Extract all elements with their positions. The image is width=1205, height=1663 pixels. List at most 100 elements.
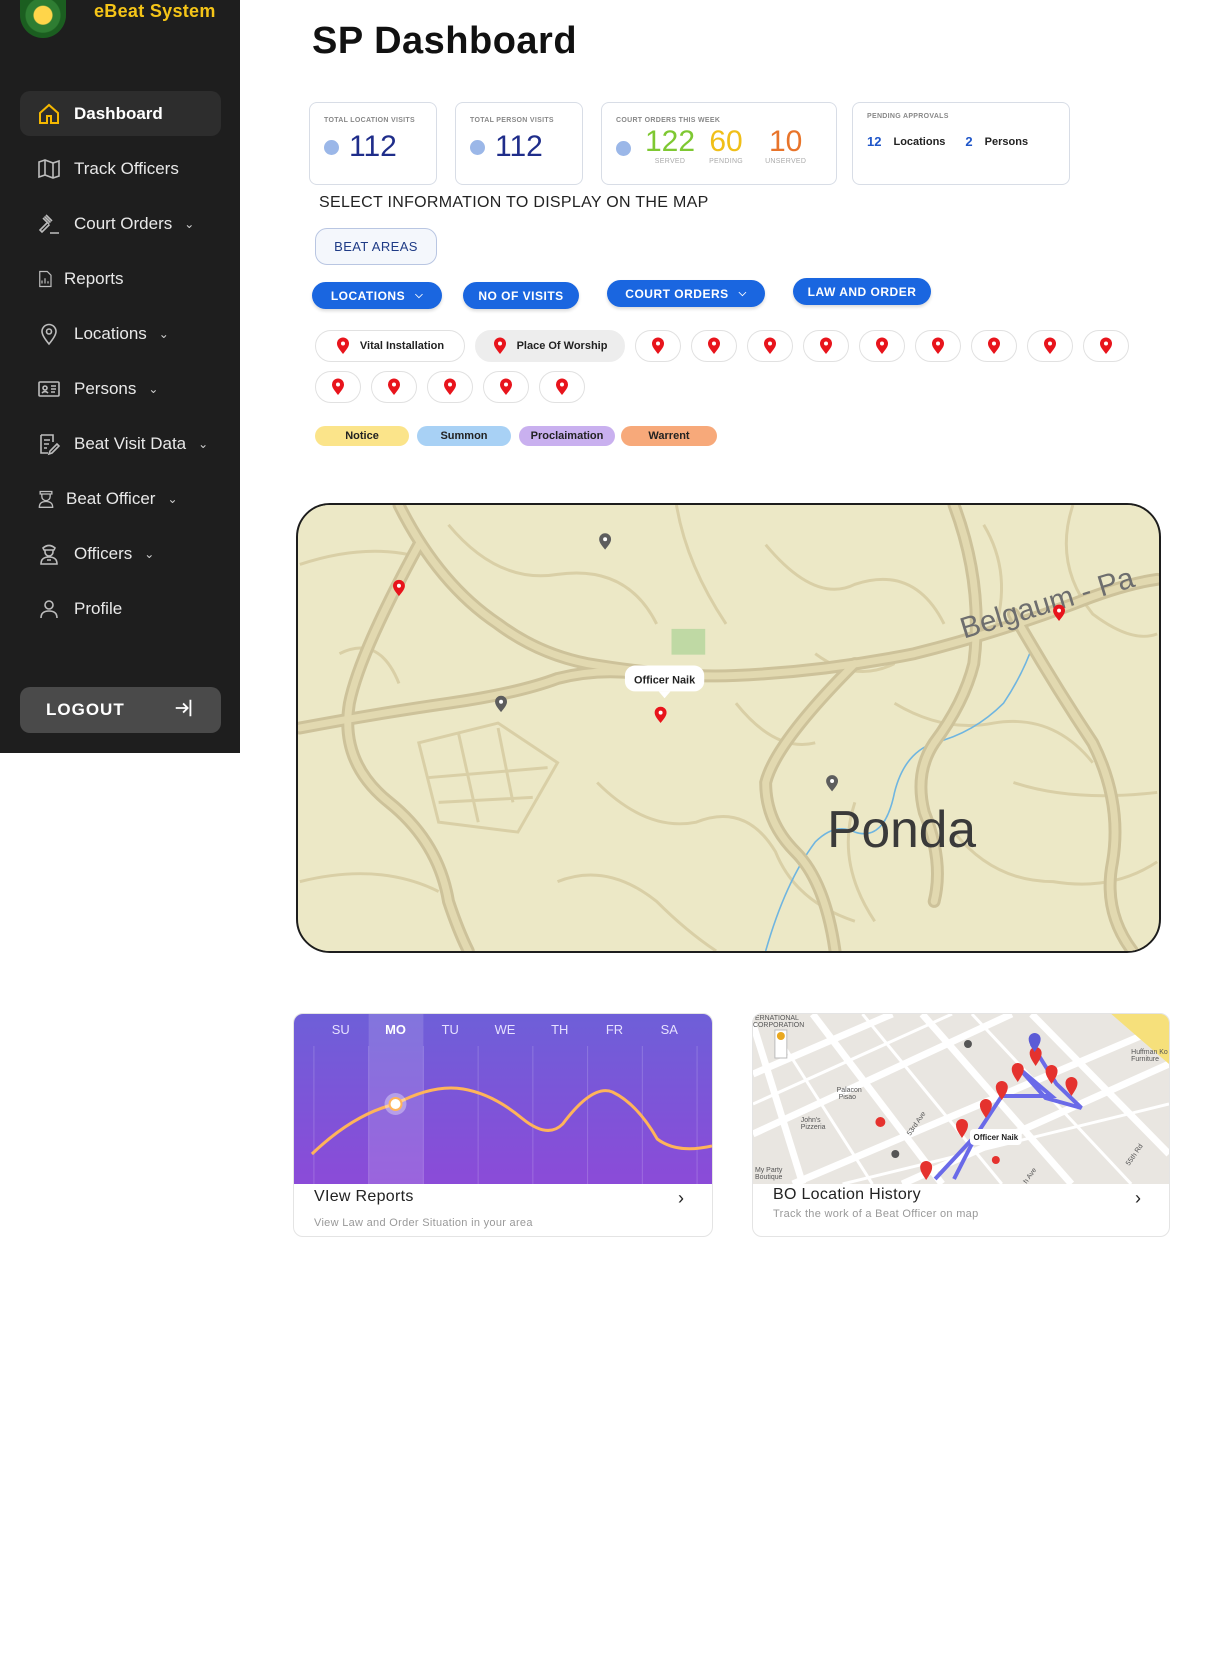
sidebar-item-court-orders[interactable]: Court Orders ⌄	[20, 201, 221, 246]
sidebar-item-locations[interactable]: Locations ⌄	[20, 311, 221, 356]
view-reports-card[interactable]: SU MO TU WE TH FR SA VIew Reports View L…	[293, 1013, 713, 1237]
logout-icon	[173, 697, 195, 724]
location-type-chip[interactable]	[915, 330, 961, 362]
location-type-chip[interactable]	[315, 371, 361, 403]
sidebar-item-beat-officer[interactable]: Beat Officer ⌄	[20, 476, 221, 521]
map-pin-icon	[336, 337, 349, 354]
location-type-chip[interactable]: Vital Installation	[315, 330, 465, 362]
stat-value: 112	[349, 130, 397, 163]
id-card-icon	[36, 376, 62, 402]
location-type-chip[interactable]	[539, 371, 585, 403]
day-label: MO	[385, 1022, 406, 1037]
location-type-chip[interactable]	[1027, 330, 1073, 362]
location-type-chip[interactable]	[483, 371, 529, 403]
stat-card-pending-approvals[interactable]: PENDING APPROVALS 12 Locations 2 Persons	[852, 102, 1070, 185]
court-orders-dropdown[interactable]: COURT ORDERS ⌵	[607, 280, 765, 307]
map-pin-icon	[991, 1156, 1000, 1164]
gavel-icon	[36, 211, 62, 237]
map-label: My Party	[755, 1167, 783, 1174]
sidebar-item-reports[interactable]: Reports	[20, 256, 221, 301]
location-type-chip[interactable]	[691, 330, 737, 362]
served-label: SERVED	[654, 158, 686, 165]
approval-locations-label: Locations	[893, 135, 946, 148]
sidebar-nav: Dashboard Track Officers Court Orders ⌄ …	[20, 91, 221, 641]
brand[interactable]: eBeat System	[20, 0, 216, 40]
order-tag-notice[interactable]: Notice	[315, 426, 409, 446]
map-pin-icon	[708, 337, 720, 354]
map-pin-icon	[1100, 337, 1112, 354]
location-type-chip[interactable]: Place Of Worship	[475, 330, 625, 362]
day-label: SA	[661, 1022, 679, 1037]
officer-tooltip[interactable]: Officer Naik	[969, 1129, 1022, 1145]
location-type-chip[interactable]	[747, 330, 793, 362]
location-type-chip[interactable]	[859, 330, 905, 362]
map-pin-icon	[876, 337, 888, 354]
sidebar-item-track-officers[interactable]: Track Officers	[20, 146, 221, 191]
law-and-order-button[interactable]: LAW AND ORDER	[793, 278, 931, 305]
card-title: BO Location History	[773, 1186, 921, 1203]
sidebar-item-label: Persons	[74, 378, 137, 398]
map-pin-icon	[556, 378, 568, 395]
town-label: Ponda	[827, 800, 976, 858]
order-tag-proclamation[interactable]: Proclaimation	[519, 426, 615, 446]
chevron-down-icon: ⌄	[148, 381, 159, 396]
page-title: SP Dashboard	[312, 20, 578, 62]
map-label: Palacon	[837, 1087, 862, 1094]
locations-dropdown-label: LOCATIONS	[330, 288, 406, 303]
sidebar-item-persons[interactable]: Persons ⌄	[20, 366, 221, 411]
map-pin-icon	[1044, 337, 1056, 354]
day-label: WE	[495, 1022, 516, 1037]
stat-label: PENDING APPROVALS	[867, 113, 949, 120]
unserved-label: UNSERVED	[765, 158, 807, 165]
court-orders-dropdown-label: COURT ORDERS	[625, 286, 729, 301]
stat-card-person-visits[interactable]: TOTAL PERSON VISITS 112	[455, 102, 583, 185]
sidebar-item-label: Track Officers	[74, 158, 179, 178]
locations-dropdown[interactable]: LOCATIONS ⌵	[312, 282, 442, 309]
bo-location-history-card[interactable]: ERNATIONAL CORPORATION Palacon Pisao Joh…	[752, 1013, 1170, 1237]
location-pin-icon	[36, 321, 62, 347]
location-type-chip[interactable]	[371, 371, 417, 403]
location-type-chip[interactable]	[635, 330, 681, 362]
approval-persons-count: 2	[965, 134, 973, 149]
user-icon	[36, 596, 62, 622]
stat-label: TOTAL PERSON VISITS	[470, 117, 554, 124]
stat-card-court-orders[interactable]: COURT ORDERS THIS WEEK 122 SERVED 60 PEN…	[601, 102, 837, 185]
location-type-chip[interactable]	[1083, 330, 1129, 362]
sidebar-item-label: Profile	[74, 598, 123, 618]
map-pin-icon	[388, 378, 400, 395]
police-officer-icon	[36, 541, 62, 567]
sidebar-item-dashboard[interactable]: Dashboard	[20, 91, 221, 136]
map-pin-icon	[820, 337, 832, 354]
logout-button[interactable]: LOGOUT	[20, 687, 221, 733]
sidebar-item-label: Court Orders	[74, 213, 173, 233]
map-label: Pizzeria	[801, 1124, 826, 1131]
sidebar-item-label: Reports	[64, 268, 124, 288]
map-pin-icon	[500, 378, 512, 395]
map-pin-icon	[932, 337, 944, 354]
map-label: CORPORATION	[753, 1022, 804, 1029]
chevron-right-icon[interactable]: ›	[678, 1188, 684, 1209]
sidebar-item-profile[interactable]: Profile	[20, 586, 221, 631]
sidebar-item-label: Officers	[74, 543, 133, 563]
stat-card-location-visits[interactable]: TOTAL LOCATION VISITS 112	[309, 102, 437, 185]
chevron-right-icon[interactable]: ›	[1135, 1188, 1141, 1209]
map-label: John's	[801, 1117, 821, 1124]
sidebar-item-beat-visit-data[interactable]: Beat Visit Data ⌄	[20, 421, 221, 466]
location-type-chip[interactable]	[427, 371, 473, 403]
main-map[interactable]: Belgaum - Pa Ponda Officer Naik	[296, 503, 1161, 953]
sidebar-item-officers[interactable]: Officers ⌄	[20, 531, 221, 576]
served-count: 122	[645, 125, 696, 158]
chevron-down-icon: ⌄	[144, 546, 155, 561]
police-emblem-logo	[20, 0, 66, 38]
beat-areas-button[interactable]: BEAT AREAS	[315, 228, 437, 265]
map-pin-icon	[891, 1150, 900, 1158]
order-tag-warrant[interactable]: Warrent	[621, 426, 717, 446]
visits-filter-button[interactable]: NO OF VISITS	[463, 282, 579, 309]
location-type-chip[interactable]	[971, 330, 1017, 362]
sidebar-item-label: Locations	[74, 323, 147, 343]
chevron-down-icon: ⌄	[184, 216, 195, 231]
card-title: VIew Reports	[314, 1188, 414, 1205]
location-history-map-image: ERNATIONAL CORPORATION Palacon Pisao Joh…	[753, 1014, 1169, 1184]
location-type-chip[interactable]	[803, 330, 849, 362]
order-tag-summon[interactable]: Summon	[417, 426, 511, 446]
